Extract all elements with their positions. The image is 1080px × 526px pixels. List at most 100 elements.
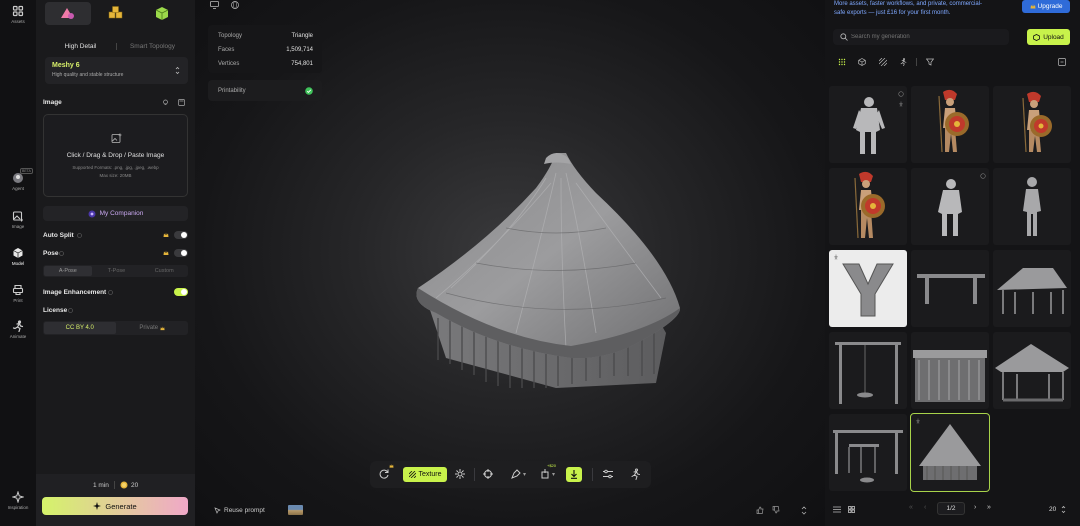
license-cc-by[interactable]: CC BY 4.0 xyxy=(44,322,116,334)
asset-tile[interactable] xyxy=(829,332,907,409)
globe-icon[interactable] xyxy=(231,1,239,9)
asset-tile[interactable] xyxy=(829,86,907,163)
pose-a-pose[interactable]: A-Pose xyxy=(44,266,92,276)
nav-print[interactable]: Print xyxy=(0,284,36,303)
thumbs-down-icon[interactable] xyxy=(772,506,780,514)
animate-figure-icon[interactable] xyxy=(629,468,641,480)
nav-model[interactable]: Model xyxy=(0,247,36,266)
image-upload-dropzone[interactable]: Click / Drag & Drop / Paste Image Suppor… xyxy=(43,114,188,197)
gallery-icon[interactable] xyxy=(178,99,185,106)
asset-tile-selected[interactable] xyxy=(910,413,990,492)
filter-all-icon[interactable] xyxy=(838,58,846,66)
filter-animation-icon[interactable] xyxy=(899,58,907,66)
toggle-knob xyxy=(181,250,187,256)
select-box-icon[interactable] xyxy=(1058,58,1066,66)
asset-tile[interactable] xyxy=(911,250,989,327)
filter-texture-icon[interactable] xyxy=(879,58,887,66)
gold-cubes-icon[interactable] xyxy=(108,6,124,21)
asset-tile[interactable] xyxy=(993,86,1071,163)
price-badge: +$20 xyxy=(547,463,557,468)
prev-page-icon[interactable]: ‹ xyxy=(924,504,926,511)
first-page-icon[interactable]: « xyxy=(909,504,913,511)
monitor-icon[interactable] xyxy=(210,1,219,9)
tab-high-detail[interactable]: High Detail xyxy=(45,43,116,50)
nav-animate[interactable]: Animate xyxy=(0,320,36,339)
spartan-thumbnail xyxy=(1022,91,1052,153)
tab-smart-topology[interactable]: Smart Topology xyxy=(117,43,188,50)
image-enhancement-toggle[interactable] xyxy=(174,288,188,296)
auto-split-toggle[interactable] xyxy=(174,231,188,239)
info-icon xyxy=(108,290,113,295)
printability-row[interactable]: Printability xyxy=(208,80,322,101)
upload-max-size: Max size: 20MB xyxy=(99,173,132,178)
updown-chevron-icon[interactable] xyxy=(1061,505,1066,514)
pen-tool-icon[interactable] xyxy=(510,468,522,480)
per-page-select[interactable]: 20 xyxy=(1049,506,1056,513)
crosshair-icon[interactable] xyxy=(482,468,494,480)
generate-button[interactable]: Generate xyxy=(42,497,188,515)
toolbar-divider xyxy=(474,468,475,481)
nav-inspiration-label: Inspiration xyxy=(7,505,29,510)
tile-animate-icon xyxy=(833,254,839,260)
upgrade-button[interactable]: Upgrade xyxy=(1022,0,1070,13)
asset-tile[interactable] xyxy=(829,414,907,491)
pen-dropdown-caret[interactable]: ▾ xyxy=(523,471,526,478)
letter-y-thumbnail xyxy=(842,263,894,317)
pose-t-pose[interactable]: T-Pose xyxy=(93,268,141,274)
pose-custom[interactable]: Custom xyxy=(140,268,188,274)
rig-export-icon[interactable] xyxy=(539,468,551,480)
export-dropdown-caret[interactable]: ▾ xyxy=(552,471,555,478)
my-companion-button[interactable]: My Companion xyxy=(43,206,188,221)
cursor-arrow-icon xyxy=(214,507,221,514)
nav-assets[interactable]: Assets xyxy=(0,5,36,24)
page-input[interactable]: 1/2 xyxy=(937,502,965,515)
asset-tile[interactable] xyxy=(829,250,907,327)
rotate-icon[interactable] xyxy=(378,468,390,480)
reference-image-thumbnail[interactable] xyxy=(288,505,303,515)
reuse-prompt-button[interactable]: Reuse prompt xyxy=(224,507,265,514)
asset-tile[interactable] xyxy=(911,168,989,245)
mode-text-to-3d[interactable] xyxy=(45,2,91,25)
nav-inspiration[interactable]: Inspiration xyxy=(0,491,36,510)
nav-agent[interactable]: Agent BETA xyxy=(0,168,36,191)
license-private[interactable]: Private xyxy=(117,325,189,331)
funnel-icon[interactable] xyxy=(926,58,934,66)
asset-tile[interactable] xyxy=(911,332,989,409)
nav-image[interactable]: Image xyxy=(0,210,36,229)
grid-view-icon[interactable] xyxy=(848,506,855,513)
next-page-icon[interactable]: › xyxy=(974,504,976,511)
tile-status-icon xyxy=(980,173,986,179)
thumbs-up-icon[interactable] xyxy=(756,506,764,514)
asset-tile[interactable] xyxy=(993,168,1071,245)
last-page-icon[interactable]: » xyxy=(987,504,991,511)
texture-label: Texture xyxy=(418,471,442,478)
upload-button[interactable]: Upload xyxy=(1027,29,1070,45)
asset-tile[interactable] xyxy=(829,168,907,245)
asset-tile[interactable] xyxy=(993,250,1071,327)
model-select[interactable]: Meshy 6 High quality and stable structur… xyxy=(45,57,188,84)
model-viewport[interactable] xyxy=(195,0,825,526)
nav-assets-label: Assets xyxy=(11,19,25,24)
asset-tile[interactable] xyxy=(911,86,989,163)
spartan-thumbnail xyxy=(938,89,969,153)
filter-cube-icon[interactable] xyxy=(858,58,866,66)
lightbulb-icon[interactable] xyxy=(162,99,169,106)
asset-tile[interactable] xyxy=(993,332,1071,409)
download-button[interactable] xyxy=(566,467,582,482)
list-view-icon[interactable] xyxy=(833,506,841,513)
texture-button[interactable]: Texture xyxy=(403,467,447,482)
nav-agent-label: Agent xyxy=(12,186,24,191)
stat-faces-label: Faces xyxy=(218,47,235,53)
sliders-icon[interactable] xyxy=(602,468,614,480)
wooden-frame-thumbnail xyxy=(917,274,985,304)
spartan-thumbnail xyxy=(854,171,885,239)
search-input[interactable] xyxy=(851,31,1001,43)
running-figure-icon xyxy=(12,320,24,332)
thatched-hut-model[interactable] xyxy=(406,148,738,394)
license-private-label: Private xyxy=(139,325,159,331)
pose-toggle[interactable] xyxy=(174,249,188,257)
settings-gear-icon[interactable] xyxy=(454,468,466,480)
green-cube-icon[interactable] xyxy=(154,6,170,21)
expand-chevrons-icon[interactable] xyxy=(801,506,807,515)
stat-row: Vertices 754,801 xyxy=(218,61,313,67)
